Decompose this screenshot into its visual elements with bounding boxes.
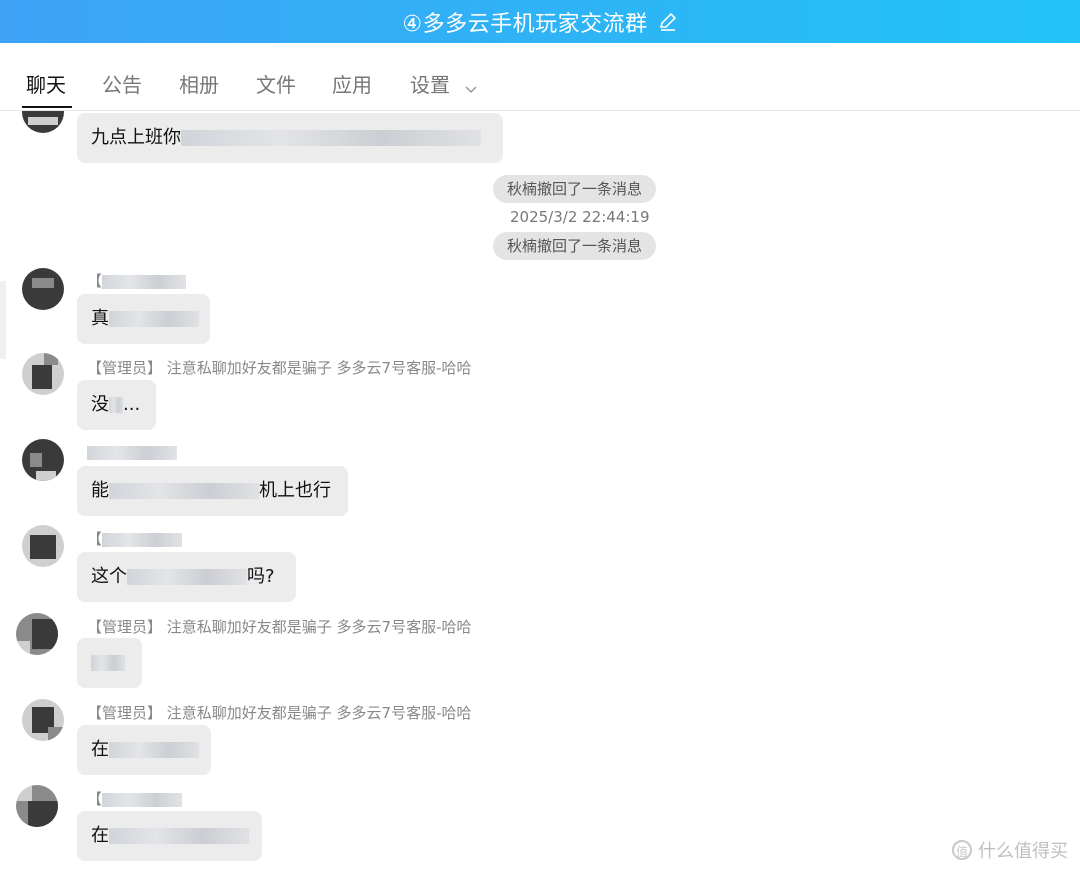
title-bar: ④多多云手机玩家交流群: [0, 0, 1080, 43]
message-text: 真: [91, 308, 109, 329]
message-text: 在: [91, 825, 109, 846]
message-bubble[interactable]: 没...: [77, 380, 156, 430]
message-text: 能: [91, 480, 109, 501]
tab-chat[interactable]: 聊天: [22, 69, 72, 108]
message-text: [91, 655, 125, 671]
message-text: 这个: [91, 566, 127, 587]
tab-apps[interactable]: 应用: [332, 69, 372, 105]
message-bubble[interactable]: [77, 638, 142, 688]
message-bubble[interactable]: 真: [77, 294, 210, 344]
sender-name: 【: [87, 788, 183, 809]
tab-album[interactable]: 相册: [179, 69, 219, 105]
avatar[interactable]: [22, 525, 64, 567]
sender-name: 【管理员】 注意私聊加好友都是骗子 多多云7号客服-哈哈: [87, 359, 472, 377]
message-text: 没: [91, 394, 109, 415]
sender-name: 【: [87, 528, 183, 549]
chat-area[interactable]: 九点上班你 秋楠撤回了一条消息 2025/3/2 22:44:19 秋楠撤回了一…: [0, 111, 1080, 873]
avatar[interactable]: [22, 353, 64, 395]
system-message: 秋楠撤回了一条消息: [493, 232, 657, 260]
message-bubble[interactable]: 这个 吗?: [77, 552, 296, 602]
sender-name: [87, 443, 177, 461]
timestamp: 2025/3/2 22:44:19: [510, 208, 650, 226]
tab-settings-label: 设置: [410, 73, 450, 97]
watermark: 值 什么值得买: [952, 837, 1068, 863]
message-bubble[interactable]: 九点上班你: [77, 113, 503, 163]
message-text: 九点上班你: [91, 127, 181, 148]
scroll-edge: [0, 281, 6, 359]
avatar[interactable]: [22, 439, 64, 481]
message-text: 在: [91, 739, 109, 760]
group-title: ④多多云手机玩家交流群: [402, 11, 648, 37]
avatar[interactable]: [22, 268, 64, 310]
chevron-down-icon: [464, 75, 478, 99]
avatar[interactable]: [16, 785, 58, 827]
avatar[interactable]: [22, 111, 64, 133]
system-message: 秋楠撤回了一条消息: [493, 175, 657, 203]
avatar[interactable]: [22, 699, 64, 741]
edit-icon[interactable]: [658, 12, 678, 32]
watermark-text: 什么值得买: [978, 841, 1068, 862]
tab-settings[interactable]: 设置: [410, 69, 478, 105]
tab-announcement[interactable]: 公告: [102, 69, 142, 105]
tab-files[interactable]: 文件: [256, 69, 296, 105]
message-bubble[interactable]: 能机上也行: [77, 466, 348, 516]
tab-bar: 聊天 公告 相册 文件 应用 设置: [0, 43, 1080, 111]
avatar[interactable]: [16, 613, 58, 655]
message-bubble[interactable]: 在: [77, 811, 262, 861]
sender-name: 【管理员】 注意私聊加好友都是骗子 多多云7号客服-哈哈: [87, 704, 472, 722]
watermark-logo-icon: 值: [952, 840, 972, 860]
sender-name: 【: [87, 270, 187, 291]
sender-name: 【管理员】 注意私聊加好友都是骗子 多多云7号客服-哈哈: [87, 618, 472, 636]
message-bubble[interactable]: 在: [77, 725, 211, 775]
